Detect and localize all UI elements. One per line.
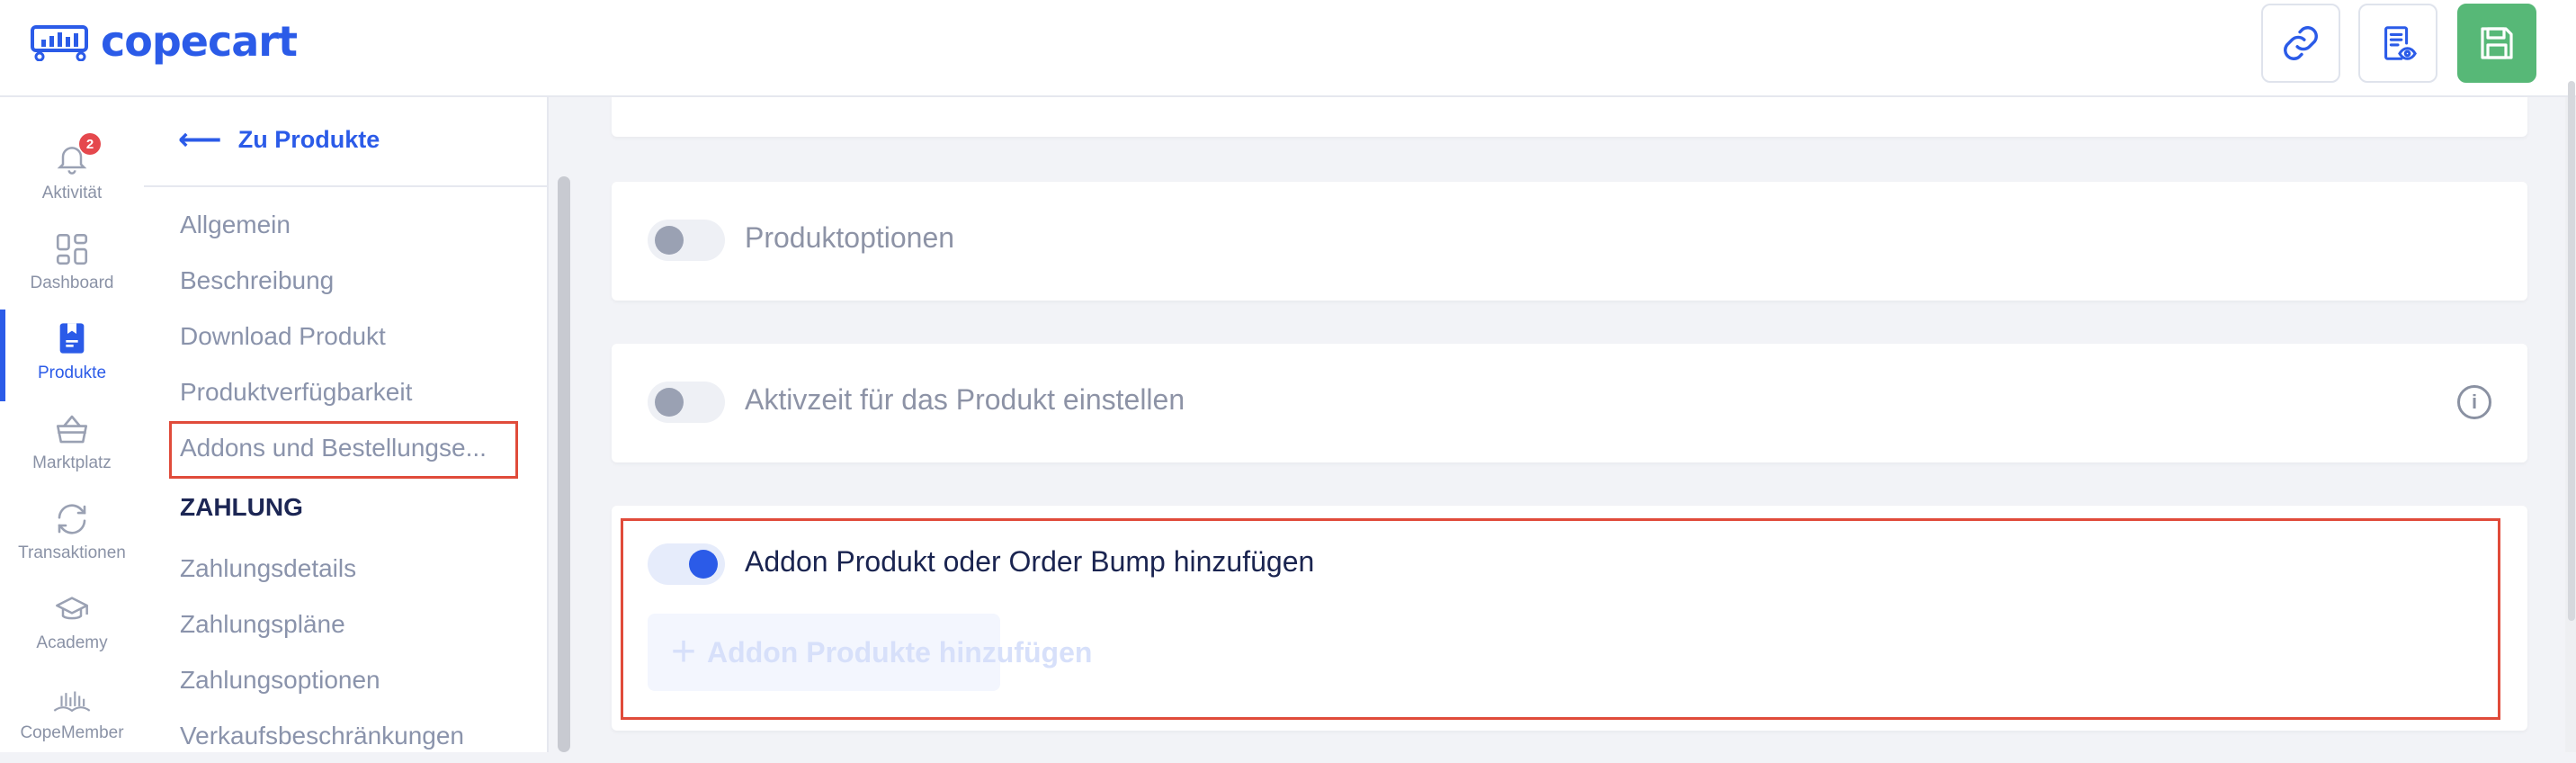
- rail-item-label: Produkte: [37, 364, 107, 382]
- card-produktoptionen: Produktoptionen: [612, 182, 2527, 301]
- rail-item-marktplatz[interactable]: Marktplatz: [0, 403, 144, 493]
- save-icon: [2481, 27, 2513, 59]
- copy-link-button[interactable]: [2261, 4, 2340, 83]
- top-header: copecart: [0, 0, 2576, 97]
- card-title: Produktoptionen: [745, 221, 955, 254]
- nav-scrollbar-thumb[interactable]: [558, 176, 570, 752]
- notification-badge: 2: [79, 133, 101, 155]
- toggle-knob: [655, 226, 684, 255]
- card-aktivzeit: Aktivzeit für das Produkt einstellen i: [612, 344, 2527, 462]
- transactions-arrows-icon: [58, 504, 86, 534]
- rail-item-label: Academy: [36, 633, 108, 652]
- nav-item-download-produkt[interactable]: Download Produkt: [180, 322, 386, 351]
- rail-item-aktivitaet[interactable]: 2 Aktivität: [0, 133, 144, 223]
- link-icon: [2284, 26, 2318, 60]
- graduation-cap-icon: [56, 597, 88, 620]
- info-icon[interactable]: i: [2457, 385, 2491, 419]
- back-label: Zu Produkte: [237, 125, 380, 153]
- nav-item-verkaufsbeschraenkungen[interactable]: Verkaufsbeschränkungen: [180, 722, 464, 750]
- save-button[interactable]: [2457, 4, 2536, 83]
- aktivzeit-toggle[interactable]: [648, 382, 725, 423]
- product-bookmark-icon: [59, 323, 85, 354]
- card-title: Aktivzeit für das Produkt einstellen: [745, 383, 1185, 416]
- nav-item-zahlungsdetails[interactable]: Zahlungsdetails: [180, 554, 356, 583]
- preview-document-icon: [2384, 26, 2417, 60]
- preview-button[interactable]: [2358, 4, 2437, 83]
- product-settings-nav: ⟵ Zu Produkte Allgemein Beschreibung Dow…: [144, 97, 549, 752]
- rail-item-label: Transaktionen: [18, 543, 126, 562]
- copecart-logo[interactable]: copecart: [29, 16, 298, 67]
- icon-rail: 2 Aktivität Dashboard Produkte Marktplat…: [0, 97, 144, 752]
- rail-item-label: Dashboard: [30, 274, 114, 292]
- rail-item-dashboard[interactable]: Dashboard: [0, 223, 144, 313]
- produktoptionen-toggle[interactable]: [648, 220, 725, 261]
- section-title-zahlung: ZAHLUNG: [180, 493, 303, 521]
- cart-logo-icon: [31, 25, 88, 61]
- back-to-products-link[interactable]: ⟵ Zu Produkte: [178, 124, 380, 155]
- page-scrollbar-thumb[interactable]: [2568, 81, 2575, 621]
- rail-item-label: Marktplatz: [32, 453, 112, 472]
- rail-item-academy[interactable]: Academy: [0, 583, 144, 673]
- toggle-knob: [655, 388, 684, 417]
- rail-item-label: CopeMember: [20, 723, 124, 742]
- arrow-left-icon: ⟵: [178, 122, 222, 157]
- previous-card: [612, 97, 2527, 137]
- addon-card-highlight-box: [621, 518, 2500, 720]
- library-icon: [53, 691, 91, 713]
- nav-item-zahlungsplaene[interactable]: Zahlungspläne: [180, 610, 345, 639]
- nav-item-beschreibung[interactable]: Beschreibung: [180, 266, 334, 295]
- logo-text: copecart: [101, 17, 298, 66]
- nav-item-allgemein[interactable]: Allgemein: [180, 211, 291, 239]
- nav-item-highlight-box: [169, 421, 518, 479]
- rail-item-copemember[interactable]: CopeMember: [0, 673, 144, 763]
- nav-scrollbar-track[interactable]: [550, 97, 572, 752]
- nav-item-zahlungsoptionen[interactable]: Zahlungsoptionen: [180, 666, 380, 695]
- rail-item-produkte[interactable]: Produkte: [0, 310, 144, 403]
- nav-item-produktverfuegbarkeit[interactable]: Produktverfügbarkeit: [180, 378, 412, 407]
- rail-item-label: Aktivität: [41, 184, 103, 202]
- rail-item-transaktionen[interactable]: Transaktionen: [0, 493, 144, 583]
- divider: [144, 185, 547, 187]
- basket-icon: [56, 415, 88, 444]
- dashboard-grid-icon: [56, 233, 88, 265]
